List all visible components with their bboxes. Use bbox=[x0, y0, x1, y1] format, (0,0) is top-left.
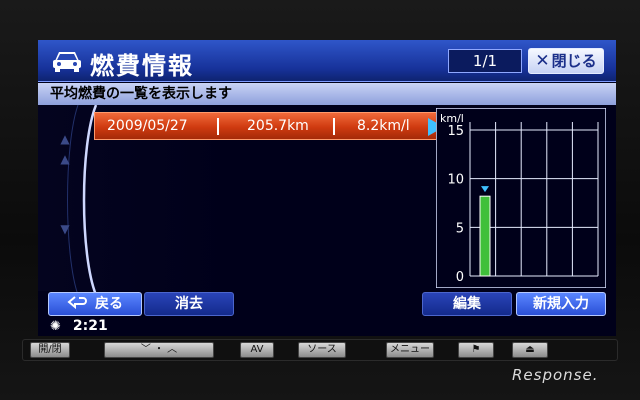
record-distance: 205.7km bbox=[247, 118, 309, 134]
close-button[interactable]: ✕ 閉じる bbox=[528, 48, 604, 74]
y-tick-label: 5 bbox=[456, 221, 464, 236]
subtitle-bar: 平均燃費の一覧を表示します bbox=[38, 83, 616, 105]
y-tick-label: 10 bbox=[447, 173, 464, 188]
watermark-logo: Response. bbox=[512, 366, 599, 384]
scroll-top-icon[interactable]: ▲ bbox=[56, 132, 74, 146]
nav-screen: 燃費情報 1/1 ✕ 閉じる 平均燃費の一覧を表示します ▲ ▲ ▼ 2009/0… bbox=[38, 40, 616, 336]
record-fuel-economy: 8.2km/l bbox=[357, 118, 410, 134]
back-arrow-icon bbox=[67, 296, 87, 310]
av-button[interactable]: AV bbox=[240, 342, 274, 358]
sun-icon: ✺ bbox=[50, 319, 61, 334]
scroll-up-icon[interactable]: ▲ bbox=[56, 152, 74, 166]
page-indicator: 1/1 bbox=[448, 49, 522, 73]
status-bar: ✺ 2:21 bbox=[50, 318, 108, 334]
chart-y-label: km/l bbox=[440, 112, 464, 125]
bar bbox=[479, 195, 491, 277]
fuel-economy-chart: 15 10 5 0 km/l bbox=[436, 108, 606, 288]
y-tick-label: 15 bbox=[447, 124, 464, 139]
record-row[interactable]: 2009/05/27 205.7km 8.2km/l bbox=[94, 112, 438, 140]
clock-time: 2:21 bbox=[72, 318, 108, 334]
header-bar: 燃費情報 1/1 ✕ 閉じる bbox=[38, 40, 616, 82]
new-entry-button[interactable]: 新規入力 bbox=[516, 292, 606, 316]
car-icon bbox=[53, 52, 81, 72]
page-title: 燃費情報 bbox=[90, 52, 194, 80]
record-date: 2009/05/27 bbox=[107, 118, 188, 134]
open-close-button[interactable]: 開/閉 bbox=[30, 342, 70, 358]
back-label: 戻る bbox=[95, 296, 123, 312]
tilt-icon: ﹀ ・ ︿ bbox=[140, 344, 178, 355]
flag-icon: ⚑ bbox=[471, 344, 481, 355]
delete-button[interactable]: 消去 bbox=[144, 292, 234, 316]
menu-button[interactable]: メニュー bbox=[386, 342, 434, 358]
close-label: 閉じる bbox=[551, 52, 597, 70]
source-button[interactable]: ソース bbox=[298, 342, 346, 358]
separator bbox=[217, 118, 219, 135]
separator bbox=[333, 118, 335, 135]
chart-bars bbox=[479, 186, 491, 277]
flag-button[interactable]: ⚑ bbox=[458, 342, 494, 358]
scroll-down-icon[interactable]: ▼ bbox=[56, 222, 74, 236]
back-button[interactable]: 戻る bbox=[48, 292, 142, 316]
eject-icon: ⏏ bbox=[525, 344, 535, 355]
eject-button[interactable]: ⏏ bbox=[512, 342, 548, 358]
close-icon: ✕ bbox=[535, 51, 550, 71]
edit-button[interactable]: 編集 bbox=[422, 292, 512, 316]
y-tick-label: 0 bbox=[456, 270, 464, 285]
tilt-button[interactable]: ﹀ ・ ︿ bbox=[104, 342, 214, 358]
